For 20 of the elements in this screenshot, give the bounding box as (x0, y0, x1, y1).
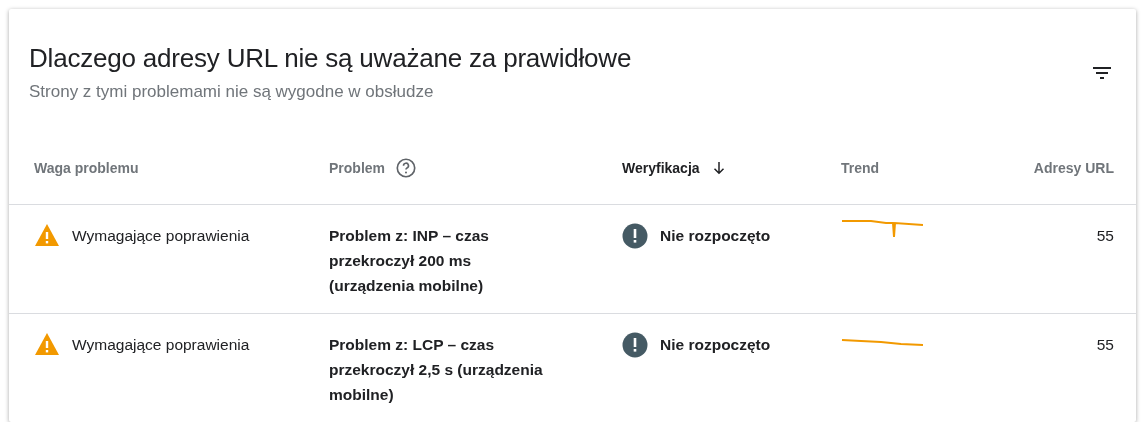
column-header[interactable]: Weryfikacja (622, 160, 700, 176)
column-header[interactable]: Problem (329, 160, 385, 176)
url-count: 55 (1096, 335, 1114, 355)
column-header[interactable]: Waga problemu (34, 160, 139, 176)
warning-icon (34, 223, 60, 247)
severity-text: Wymagające poprawienia (72, 226, 250, 246)
exclamation-icon (622, 331, 648, 358)
exclamation-icon (622, 222, 648, 249)
card-title: Dlaczego adresy URL nie są uważane za prawidłowe (29, 43, 632, 74)
column-header[interactable]: Adresy URL (1033, 160, 1114, 176)
problem-text[interactable]: Problem z: INP – czas przekroczył 200 ms (urządzenia mobilne) (329, 223, 549, 298)
url-count: 55 (1096, 226, 1114, 246)
status-text: Nie rozpoczęto (660, 226, 771, 246)
card-subtitle: Strony z tymi problemami nie są wygodne w obsłudze (29, 82, 435, 102)
severity-text: Wymagające poprawienia (72, 335, 250, 355)
problem-text[interactable]: Problem z: LCP – czas przekroczył 2,5 s (urządzenia mobilne) (329, 332, 549, 407)
warning-icon (34, 332, 60, 356)
status-text: Nie rozpoczęto (660, 335, 771, 355)
help-icon[interactable] (395, 157, 417, 179)
column-header[interactable]: Trend (841, 160, 880, 176)
